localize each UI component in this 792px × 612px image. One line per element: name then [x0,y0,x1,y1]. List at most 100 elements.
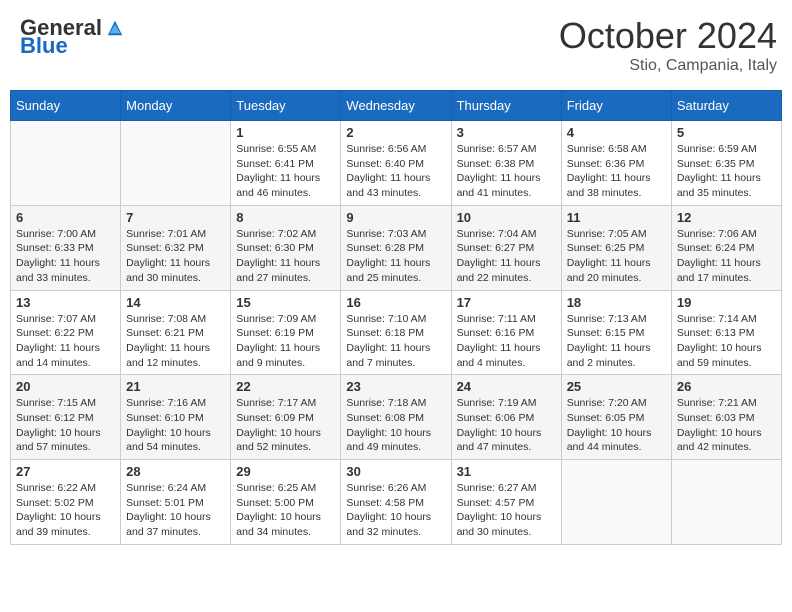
logo-blue-text: Blue [20,33,68,59]
day-info: Sunrise: 6:24 AMSunset: 5:01 PMDaylight:… [126,481,225,540]
day-info: Sunrise: 7:07 AMSunset: 6:22 PMDaylight:… [16,312,115,371]
day-info: Sunrise: 7:14 AMSunset: 6:13 PMDaylight:… [677,312,776,371]
calendar-cell [671,460,781,545]
day-info: Sunrise: 6:56 AMSunset: 6:40 PMDaylight:… [346,142,445,201]
day-info: Sunrise: 7:04 AMSunset: 6:27 PMDaylight:… [457,227,556,286]
day-info: Sunrise: 7:10 AMSunset: 6:18 PMDaylight:… [346,312,445,371]
calendar-cell: 17Sunrise: 7:11 AMSunset: 6:16 PMDayligh… [451,290,561,375]
day-info: Sunrise: 7:00 AMSunset: 6:33 PMDaylight:… [16,227,115,286]
calendar-cell: 6 Sunrise: 7:00 AMSunset: 6:33 PMDaylight… [11,205,121,290]
calendar-header-monday: Monday [121,91,231,121]
day-number: 19 [677,295,776,310]
calendar-cell: 3Sunrise: 6:57 AMSunset: 6:38 PMDaylight… [451,121,561,206]
calendar-header-thursday: Thursday [451,91,561,121]
day-number: 9 [346,210,445,225]
day-number: 24 [457,379,556,394]
calendar-week-1: 1 Sunrise: 6:55 AMSunset: 6:41 PMDaylight… [11,121,782,206]
calendar-week-4: 20Sunrise: 7:15 AMSunset: 6:12 PMDayligh… [11,375,782,460]
calendar-week-5: 27 Sunrise: 6:22 AMSunset: 5:02 PMDayligh… [11,460,782,545]
day-info: Sunrise: 7:21 AMSunset: 6:03 PMDaylight:… [677,396,776,455]
day-info: Sunrise: 6:26 AMSunset: 4:58 PMDaylight:… [346,481,445,540]
calendar-cell: 1 Sunrise: 6:55 AMSunset: 6:41 PMDaylight… [231,121,341,206]
day-info: Sunrise: 7:19 AMSunset: 6:06 PMDaylight:… [457,396,556,455]
day-number: 13 [16,295,115,310]
calendar-header-sunday: Sunday [11,91,121,121]
logo: General Blue [20,15,124,59]
day-number: 1 [236,125,335,140]
day-info: Sunrise: 6:59 AMSunset: 6:35 PMDaylight:… [677,142,776,201]
day-info: Sunrise: 7:13 AMSunset: 6:15 PMDaylight:… [567,312,666,371]
day-info: Sunrise: 6:55 AMSunset: 6:41 PMDaylight:… [236,142,335,201]
calendar-cell: 24 Sunrise: 7:19 AMSunset: 6:06 PMDayligh… [451,375,561,460]
calendar-week-3: 13 Sunrise: 7:07 AMSunset: 6:22 PMDayligh… [11,290,782,375]
calendar-header-row: SundayMondayTuesdayWednesdayThursdayFrid… [11,91,782,121]
day-info: Sunrise: 7:08 AMSunset: 6:21 PMDaylight:… [126,312,225,371]
day-number: 17 [457,295,556,310]
calendar-cell: 10 Sunrise: 7:04 AMSunset: 6:27 PMDayligh… [451,205,561,290]
day-info: Sunrise: 7:20 AMSunset: 6:05 PMDaylight:… [567,396,666,455]
calendar-cell: 19 Sunrise: 7:14 AMSunset: 6:13 PMDayligh… [671,290,781,375]
day-number: 31 [457,464,556,479]
day-number: 14 [126,295,225,310]
day-number: 29 [236,464,335,479]
day-number: 30 [346,464,445,479]
day-number: 11 [567,210,666,225]
day-info: Sunrise: 7:16 AMSunset: 6:10 PMDaylight:… [126,396,225,455]
calendar-cell: 12 Sunrise: 7:06 AMSunset: 6:24 PMDayligh… [671,205,781,290]
calendar-cell: 30 Sunrise: 6:26 AMSunset: 4:58 PMDayligh… [341,460,451,545]
day-number: 26 [677,379,776,394]
calendar-cell: 27 Sunrise: 6:22 AMSunset: 5:02 PMDayligh… [11,460,121,545]
day-number: 28 [126,464,225,479]
day-info: Sunrise: 6:57 AMSunset: 6:38 PMDaylight:… [457,142,556,201]
calendar-table: SundayMondayTuesdayWednesdayThursdayFrid… [10,90,782,545]
calendar-cell: 9 Sunrise: 7:03 AMSunset: 6:28 PMDaylight… [341,205,451,290]
day-info: Sunrise: 7:03 AMSunset: 6:28 PMDaylight:… [346,227,445,286]
calendar-cell: 5 Sunrise: 6:59 AMSunset: 6:35 PMDaylight… [671,121,781,206]
day-info: Sunrise: 7:15 AMSunset: 6:12 PMDaylight:… [16,396,115,455]
calendar-cell: 29 Sunrise: 6:25 AMSunset: 5:00 PMDayligh… [231,460,341,545]
day-info: Sunrise: 7:02 AMSunset: 6:30 PMDaylight:… [236,227,335,286]
logo-icon [106,19,124,37]
day-number: 8 [236,210,335,225]
calendar-cell: 18Sunrise: 7:13 AMSunset: 6:15 PMDayligh… [561,290,671,375]
day-number: 4 [567,125,666,140]
day-number: 22 [236,379,335,394]
day-number: 25 [567,379,666,394]
day-info: Sunrise: 7:17 AMSunset: 6:09 PMDaylight:… [236,396,335,455]
calendar-cell: 21 Sunrise: 7:16 AMSunset: 6:10 PMDayligh… [121,375,231,460]
calendar-cell: 16 Sunrise: 7:10 AMSunset: 6:18 PMDayligh… [341,290,451,375]
day-number: 6 [16,210,115,225]
month-year-title: October 2024 [559,15,777,57]
day-number: 7 [126,210,225,225]
calendar-cell: 28 Sunrise: 6:24 AMSunset: 5:01 PMDayligh… [121,460,231,545]
day-number: 27 [16,464,115,479]
calendar-header-saturday: Saturday [671,91,781,121]
calendar-cell: 8 Sunrise: 7:02 AMSunset: 6:30 PMDaylight… [231,205,341,290]
calendar-cell [11,121,121,206]
location-subtitle: Stio, Campania, Italy [559,57,777,75]
calendar-cell [561,460,671,545]
calendar-cell: 15 Sunrise: 7:09 AMSunset: 6:19 PMDayligh… [231,290,341,375]
calendar-header-wednesday: Wednesday [341,91,451,121]
day-number: 10 [457,210,556,225]
day-info: Sunrise: 7:01 AMSunset: 6:32 PMDaylight:… [126,227,225,286]
calendar-cell: 26 Sunrise: 7:21 AMSunset: 6:03 PMDayligh… [671,375,781,460]
day-info: Sunrise: 7:09 AMSunset: 6:19 PMDaylight:… [236,312,335,371]
title-section: October 2024 Stio, Campania, Italy [559,15,777,75]
day-info: Sunrise: 6:58 AMSunset: 6:36 PMDaylight:… [567,142,666,201]
day-info: Sunrise: 6:22 AMSunset: 5:02 PMDaylight:… [16,481,115,540]
day-number: 12 [677,210,776,225]
calendar-header-friday: Friday [561,91,671,121]
day-number: 16 [346,295,445,310]
day-info: Sunrise: 6:25 AMSunset: 5:00 PMDaylight:… [236,481,335,540]
day-info: Sunrise: 7:06 AMSunset: 6:24 PMDaylight:… [677,227,776,286]
day-number: 5 [677,125,776,140]
page-header: General Blue October 2024 Stio, Campania… [10,10,782,80]
calendar-cell: 4 Sunrise: 6:58 AMSunset: 6:36 PMDaylight… [561,121,671,206]
day-number: 15 [236,295,335,310]
calendar-cell: 14 Sunrise: 7:08 AMSunset: 6:21 PMDayligh… [121,290,231,375]
calendar-cell: 22 Sunrise: 7:17 AMSunset: 6:09 PMDayligh… [231,375,341,460]
day-number: 21 [126,379,225,394]
calendar-cell: 20Sunrise: 7:15 AMSunset: 6:12 PMDayligh… [11,375,121,460]
calendar-cell: 11Sunrise: 7:05 AMSunset: 6:25 PMDayligh… [561,205,671,290]
